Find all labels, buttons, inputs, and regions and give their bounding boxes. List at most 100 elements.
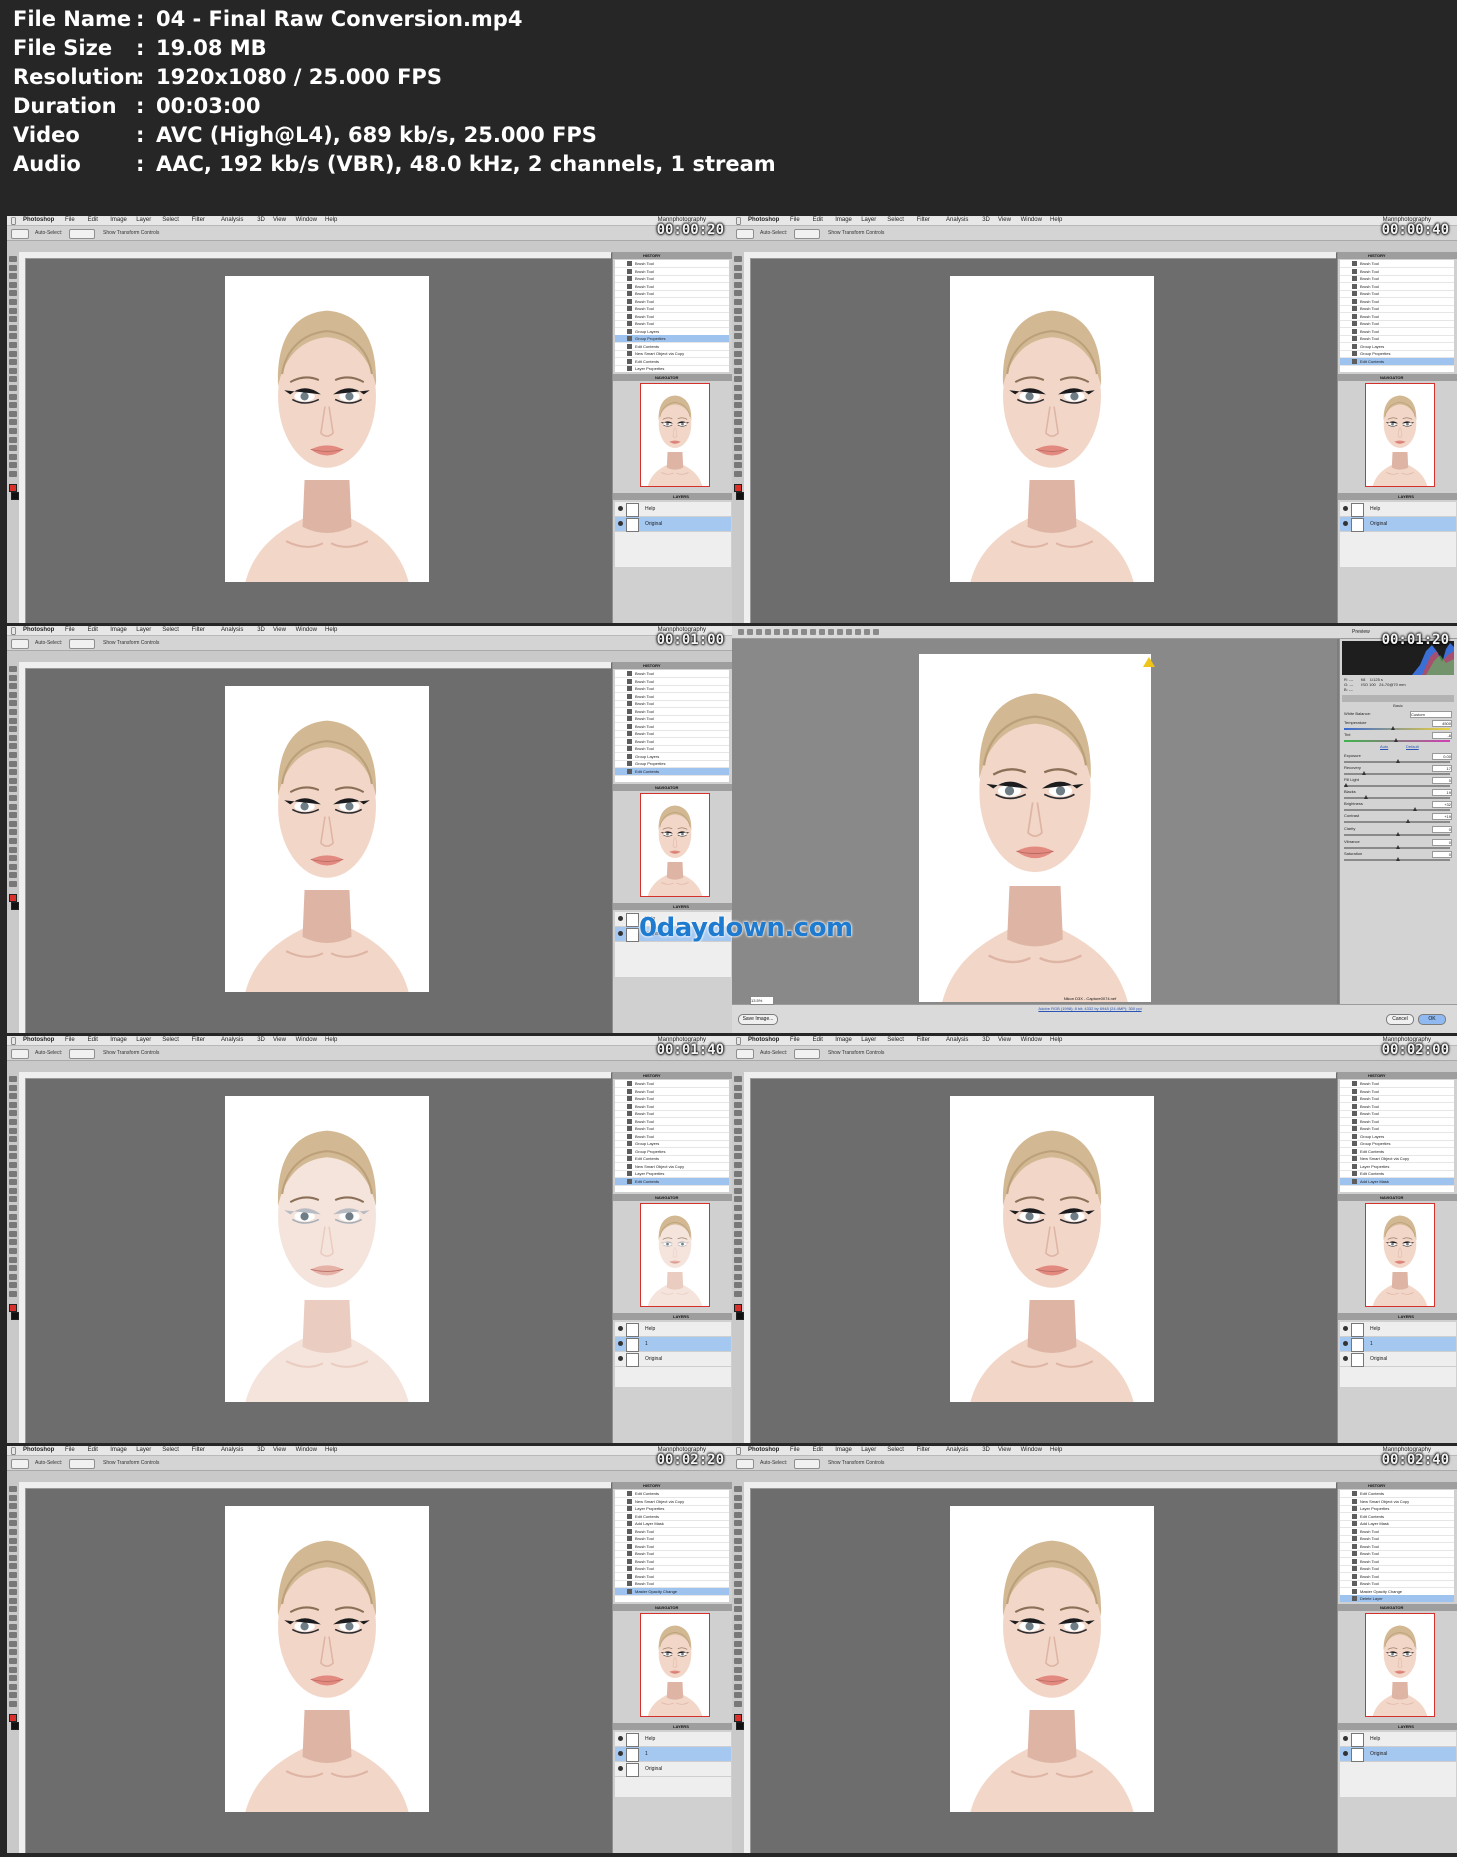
tool-icon[interactable]	[734, 402, 742, 409]
slider-track[interactable]	[1344, 797, 1450, 799]
tool-icon[interactable]	[734, 1273, 742, 1280]
history-item[interactable]: Delete Layer	[1340, 1595, 1454, 1602]
slider-value[interactable]: +19	[1432, 813, 1452, 820]
menu-item[interactable]: Edit	[88, 1036, 98, 1045]
tool-icon[interactable]	[9, 829, 17, 836]
menu-item[interactable]: Layer	[136, 626, 151, 635]
tool-icon[interactable]	[9, 428, 17, 434]
layer-row[interactable]: Original	[1340, 517, 1456, 532]
eye-icon[interactable]	[618, 1766, 623, 1771]
tool-icon[interactable]	[734, 1529, 742, 1535]
menu-item[interactable]: Image	[835, 216, 852, 225]
menu-item[interactable]: Edit	[88, 626, 98, 635]
menu-item[interactable]: Image	[835, 1036, 852, 1045]
slider-contrast[interactable]: Contrast +19	[1344, 813, 1454, 825]
menu-item[interactable]: Layer	[861, 1036, 876, 1045]
tool-icon[interactable]	[9, 863, 17, 870]
menu-item[interactable]: Window	[296, 626, 317, 635]
tool-preset-picker[interactable]	[736, 1459, 754, 1469]
menu-app-name[interactable]: Photoshop	[748, 1036, 779, 1045]
tool-icon[interactable]	[734, 1701, 742, 1707]
tool-icon[interactable]	[9, 1640, 17, 1647]
slider-value[interactable]: 17	[1432, 765, 1452, 772]
tool-icon[interactable]	[846, 629, 852, 635]
tool-icon[interactable]	[747, 629, 753, 635]
tool-icon[interactable]	[734, 1084, 742, 1091]
tool-icon[interactable]	[734, 1239, 742, 1246]
tool-icon[interactable]	[9, 700, 17, 707]
menu-item[interactable]: Select	[887, 1446, 904, 1455]
tool-icon[interactable]	[9, 855, 17, 862]
tool-preset-picker[interactable]	[11, 229, 29, 239]
menu-app-name[interactable]: Photoshop	[748, 1446, 779, 1455]
background-color-swatch[interactable]	[11, 902, 19, 910]
tool-icon[interactable]	[734, 436, 742, 443]
history-list[interactable]: Edit Contents New Smart Object via Copy La…	[1340, 1490, 1454, 1602]
menu-item[interactable]: Window	[1021, 1446, 1042, 1455]
tool-icon[interactable]	[9, 367, 17, 374]
slider-handle[interactable]	[1390, 726, 1395, 730]
menu-item[interactable]: View	[273, 1446, 286, 1455]
tool-icon[interactable]	[9, 846, 17, 853]
tool-icon[interactable]	[734, 1511, 742, 1518]
eye-icon[interactable]	[1343, 521, 1348, 526]
slider-value[interactable]: -8	[1432, 732, 1452, 739]
menu-item[interactable]: Analysis	[221, 626, 243, 635]
tool-preset-picker[interactable]	[11, 1049, 29, 1059]
tool-icon[interactable]	[734, 1572, 742, 1578]
eye-icon[interactable]	[618, 506, 623, 511]
tool-icon[interactable]	[9, 691, 17, 698]
tool-icon[interactable]	[9, 777, 17, 784]
tool-icon[interactable]	[9, 316, 17, 323]
tool-icon[interactable]	[9, 1119, 17, 1125]
layer-row[interactable]: Original	[1340, 1747, 1456, 1762]
show-transform-checkbox[interactable]: Show Transform Controls	[103, 1459, 159, 1467]
auto-select-dropdown[interactable]	[69, 639, 95, 649]
auto-link[interactable]: Auto	[1380, 744, 1388, 749]
tool-icon[interactable]	[734, 1222, 742, 1229]
tool-icon[interactable]	[9, 743, 17, 750]
foreground-color-swatch[interactable]	[9, 484, 17, 492]
menu-item[interactable]: Layer	[861, 1446, 876, 1455]
apple-icon[interactable]: 	[11, 1036, 16, 1045]
menu-app-name[interactable]: Photoshop	[748, 216, 779, 225]
menu-item[interactable]: View	[273, 626, 286, 635]
tool-icon[interactable]	[9, 1554, 17, 1561]
layers-panel-tab[interactable]: LAYERS	[613, 1313, 732, 1320]
slider-track[interactable]	[1344, 785, 1450, 787]
slider-handle[interactable]	[1396, 857, 1400, 861]
menu-item[interactable]: View	[273, 216, 286, 225]
tool-icon[interactable]	[734, 1076, 742, 1082]
tool-icon[interactable]	[9, 402, 17, 409]
tool-icon[interactable]	[9, 290, 17, 297]
menu-app-name[interactable]: Photoshop	[23, 626, 54, 635]
tool-icon[interactable]	[734, 1162, 742, 1168]
eye-icon[interactable]	[1343, 1751, 1348, 1756]
menu-item[interactable]: Layer	[136, 1446, 151, 1455]
tool-icon[interactable]	[9, 1291, 17, 1297]
menu-item[interactable]: Help	[325, 1036, 337, 1045]
tool-icon[interactable]	[9, 281, 17, 288]
menu-item[interactable]: Help	[325, 626, 337, 635]
workflow-options-link[interactable]: Adobe RGB (1998); 8 bit; 4332 by 6948 (2…	[990, 1006, 1190, 1012]
eye-icon[interactable]	[618, 1326, 623, 1331]
tool-icon[interactable]	[734, 1110, 742, 1117]
history-item[interactable]: Edit Contents	[615, 1177, 729, 1186]
tool-icon[interactable]	[9, 1256, 17, 1263]
menu-item[interactable]: 3D	[982, 1446, 990, 1455]
auto-select-dropdown[interactable]	[794, 1459, 820, 1469]
tool-icon[interactable]	[734, 1658, 742, 1664]
slider-temperature[interactable]: Temperature 4500	[1344, 720, 1454, 732]
document-canvas[interactable]	[950, 276, 1154, 582]
tool-icon[interactable]	[734, 1093, 742, 1100]
auto-select-dropdown[interactable]	[69, 229, 95, 239]
menu-item[interactable]: 3D	[257, 626, 265, 635]
menu-item[interactable]: Edit	[813, 1036, 823, 1045]
tool-icon[interactable]	[9, 1580, 17, 1587]
tool-icon[interactable]	[734, 1170, 742, 1177]
history-item[interactable]: Add Layer Mask	[1340, 1177, 1454, 1186]
tool-icon[interactable]	[9, 1632, 17, 1639]
apple-icon[interactable]: 	[11, 216, 16, 225]
layers-list[interactable]: Help Original	[615, 502, 731, 567]
navigator-thumbnail[interactable]	[640, 1613, 710, 1717]
